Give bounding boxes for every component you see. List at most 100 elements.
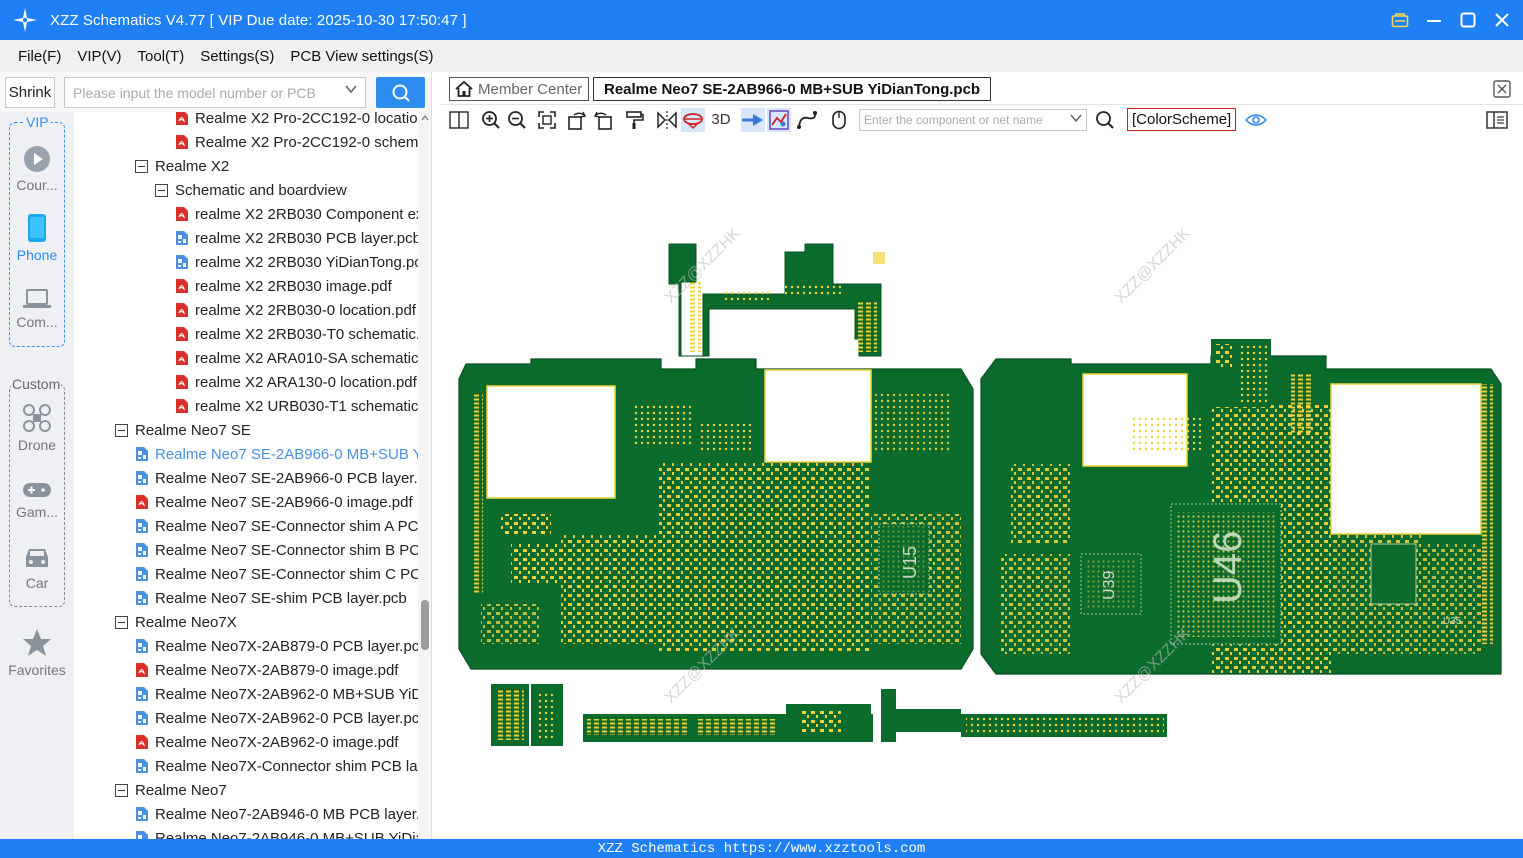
tree-file-row[interactable]: Realme Neo7X-2AB879-0 image.pdf (135, 658, 398, 682)
tree-file-row[interactable]: realme X2 2RB030 YiDianTong.pc (175, 250, 418, 274)
tree-file-row[interactable]: Realme X2 Pro-2CC192-0 location (175, 112, 418, 130)
tree-folder-row[interactable]: Realme Neo7X (115, 610, 237, 634)
tab-active-file[interactable]: Realme Neo7 SE-2AB966-0 MB+SUB YiDianTon… (593, 77, 992, 101)
collapse-toggle-icon[interactable] (155, 183, 168, 197)
tree-file-row[interactable]: Realme Neo7 SE-Connector shim B PCE (135, 538, 418, 562)
rotate-left-button[interactable] (565, 108, 589, 132)
collapse-toggle-icon[interactable] (135, 159, 148, 173)
tree-file-row[interactable]: Realme Neo7 SE-2AB966-0 PCB layer.pc (135, 466, 418, 490)
color-scheme-button[interactable]: [ColorScheme] (1127, 108, 1237, 131)
tree-folder-row[interactable]: Realme X2 (135, 154, 229, 178)
tree-file-row[interactable]: Realme Neo7 SE-Connector shim C PCE (135, 562, 418, 586)
pcb-file-icon (136, 639, 148, 653)
search-button[interactable] (376, 77, 425, 108)
chevron-down-icon[interactable] (1070, 112, 1082, 127)
component-search-box[interactable] (859, 108, 1087, 131)
component-label-u39: U39 (1101, 571, 1118, 600)
paint-button[interactable] (623, 108, 647, 132)
category-car[interactable]: Car (0, 545, 74, 591)
tree-file-row[interactable]: realme X2 2RB030 Component ex (175, 202, 418, 226)
tree-file-row[interactable]: Realme Neo7X-2AB962-0 MB+SUB YiDi (135, 682, 418, 706)
net-highlight-button[interactable] (741, 107, 765, 132)
tree-file-row[interactable]: realme X2 2RB030 PCB layer.pcb (175, 226, 418, 250)
tree-folder-row[interactable]: Realme Neo7 (115, 778, 227, 802)
pcb-board-view[interactable]: U15 U39 U46 U35 XZZ@XZZHK XZZ@XZZHK XZZ@… (441, 134, 1523, 839)
pdf-file-icon (176, 375, 188, 389)
3d-view-button[interactable]: 3D (709, 108, 733, 132)
maximize-button[interactable] (1457, 9, 1479, 31)
scroll-up-icon[interactable] (421, 114, 429, 125)
tree-scrollbar-thumb[interactable] (421, 600, 429, 650)
zoom-in-button[interactable] (479, 108, 503, 132)
menu-tool[interactable]: Tool(T) (130, 48, 193, 65)
pcb-file-icon (136, 759, 148, 773)
route-curve-icon (797, 110, 817, 129)
model-search-input[interactable] (65, 78, 335, 107)
tree-scrollbar[interactable] (419, 112, 431, 839)
collapse-toggle-icon[interactable] (115, 423, 128, 437)
tree-file-row[interactable]: Realme Neo7 SE-2AB966-0 MB+SUB Yi (135, 442, 418, 466)
top-layer-button[interactable] (681, 107, 705, 132)
category-favorites[interactable]: Favorites (0, 628, 74, 678)
model-search-box[interactable] (64, 77, 366, 108)
tree-file-row[interactable]: realme X2 2RB030-T0 schematic.p (175, 322, 418, 346)
status-bar: XZZ Schematics https://www.xzztools.com (0, 839, 1523, 858)
menu-bar: File(F) VIP(V) Tool(T) Settings(S) PCB V… (0, 40, 1523, 72)
visibility-button[interactable] (1244, 108, 1268, 132)
category-computer[interactable]: Com... (0, 288, 74, 330)
tree-row-label: Realme Neo7 SE-shim PCB layer.pcb (155, 589, 407, 607)
tree-file-row[interactable]: Realme Neo7-2AB946-0 MB PCB layer.p (135, 802, 418, 826)
tree-file-row[interactable]: Realme Neo7X-2AB962-0 image.pdf (135, 730, 398, 754)
tab-member-center[interactable]: Member Center (449, 77, 590, 101)
collapse-toggle-icon[interactable] (115, 615, 128, 629)
category-courses[interactable]: Cour... (0, 145, 74, 193)
tree-row-label: realme X2 2RB030-T0 schematic.p (195, 325, 418, 343)
route-button[interactable] (795, 108, 819, 132)
tree-row-label: realme X2 2RB030 image.pdf (195, 277, 392, 295)
tree-file-row[interactable]: realme X2 ARA130-0 location.pdf (175, 370, 417, 394)
close-button[interactable] (1491, 9, 1513, 31)
zoom-out-button[interactable] (505, 108, 529, 132)
minimize-button[interactable] (1423, 9, 1445, 31)
gamepad-icon (23, 483, 51, 497)
shrink-button[interactable]: Shrink (5, 77, 55, 108)
menu-vip[interactable]: VIP(V) (69, 48, 129, 65)
tree-file-row[interactable]: Realme Neo7 SE-shim PCB layer.pcb (135, 586, 407, 610)
menu-settings[interactable]: Settings(S) (192, 48, 282, 65)
tree-file-row[interactable]: realme X2 2RB030 image.pdf (175, 274, 392, 298)
vip-badge-icon[interactable] (1389, 9, 1411, 31)
collapse-toggle-icon[interactable] (115, 783, 128, 797)
tree-file-row[interactable]: Realme X2 Pro-2CC192-0 schema (175, 130, 418, 154)
split-view-button[interactable] (447, 108, 471, 132)
side-panel-toggle-button[interactable] (1485, 108, 1509, 132)
close-all-tabs-icon[interactable] (1493, 80, 1511, 98)
pcb-canvas[interactable]: U15 U39 U46 U35 XZZ@XZZHK XZZ@XZZHK XZZ@… (441, 134, 1523, 839)
tree-file-row[interactable]: realme X2 URB030-T1 schematic.p (175, 394, 418, 418)
tree-file-row[interactable]: Realme Neo7 SE-Connector shim A PCE (135, 514, 418, 538)
tree-file-row[interactable]: realme X2 ARA010-SA schematic. (175, 346, 418, 370)
fit-view-button[interactable] (535, 108, 559, 132)
tree-file-row[interactable]: realme X2 2RB030-0 location.pdf (175, 298, 416, 322)
tree-folder-row[interactable]: Realme Neo7 SE (115, 418, 251, 442)
panel-splitter[interactable] (432, 72, 441, 839)
rotate-right-button[interactable] (591, 108, 615, 132)
pcb-file-icon (136, 711, 148, 725)
menu-file[interactable]: File(F) (10, 48, 69, 65)
menu-pcb-view-settings[interactable]: PCB View settings(S) (282, 48, 441, 65)
mirror-button[interactable] (655, 108, 679, 132)
tree-folder-row[interactable]: Schematic and boardview (155, 178, 347, 202)
pcb-file-icon (176, 255, 188, 269)
component-search-input[interactable] (860, 109, 1060, 130)
category-drone[interactable]: Drone (0, 403, 74, 453)
tree-file-row[interactable]: Realme Neo7X-Connector shim PCB lay (135, 754, 418, 778)
tree-file-row[interactable]: Realme Neo7-2AB946-0 MB+SUB YiDia (135, 826, 418, 839)
category-game[interactable]: Gam... (0, 480, 74, 520)
tree-file-row[interactable]: Realme Neo7X-2AB879-0 PCB layer.pcb (135, 634, 418, 658)
tree-file-row[interactable]: Realme Neo7 SE-2AB966-0 image.pdf (135, 490, 413, 514)
mouse-mode-button[interactable] (827, 108, 851, 132)
chevron-down-icon[interactable] (345, 82, 357, 98)
trace-view-button[interactable] (767, 107, 791, 132)
tree-file-row[interactable]: Realme Neo7X-2AB962-0 PCB layer.pcb (135, 706, 418, 730)
category-phone[interactable]: Phone (0, 213, 74, 263)
component-search-button[interactable] (1093, 108, 1117, 132)
